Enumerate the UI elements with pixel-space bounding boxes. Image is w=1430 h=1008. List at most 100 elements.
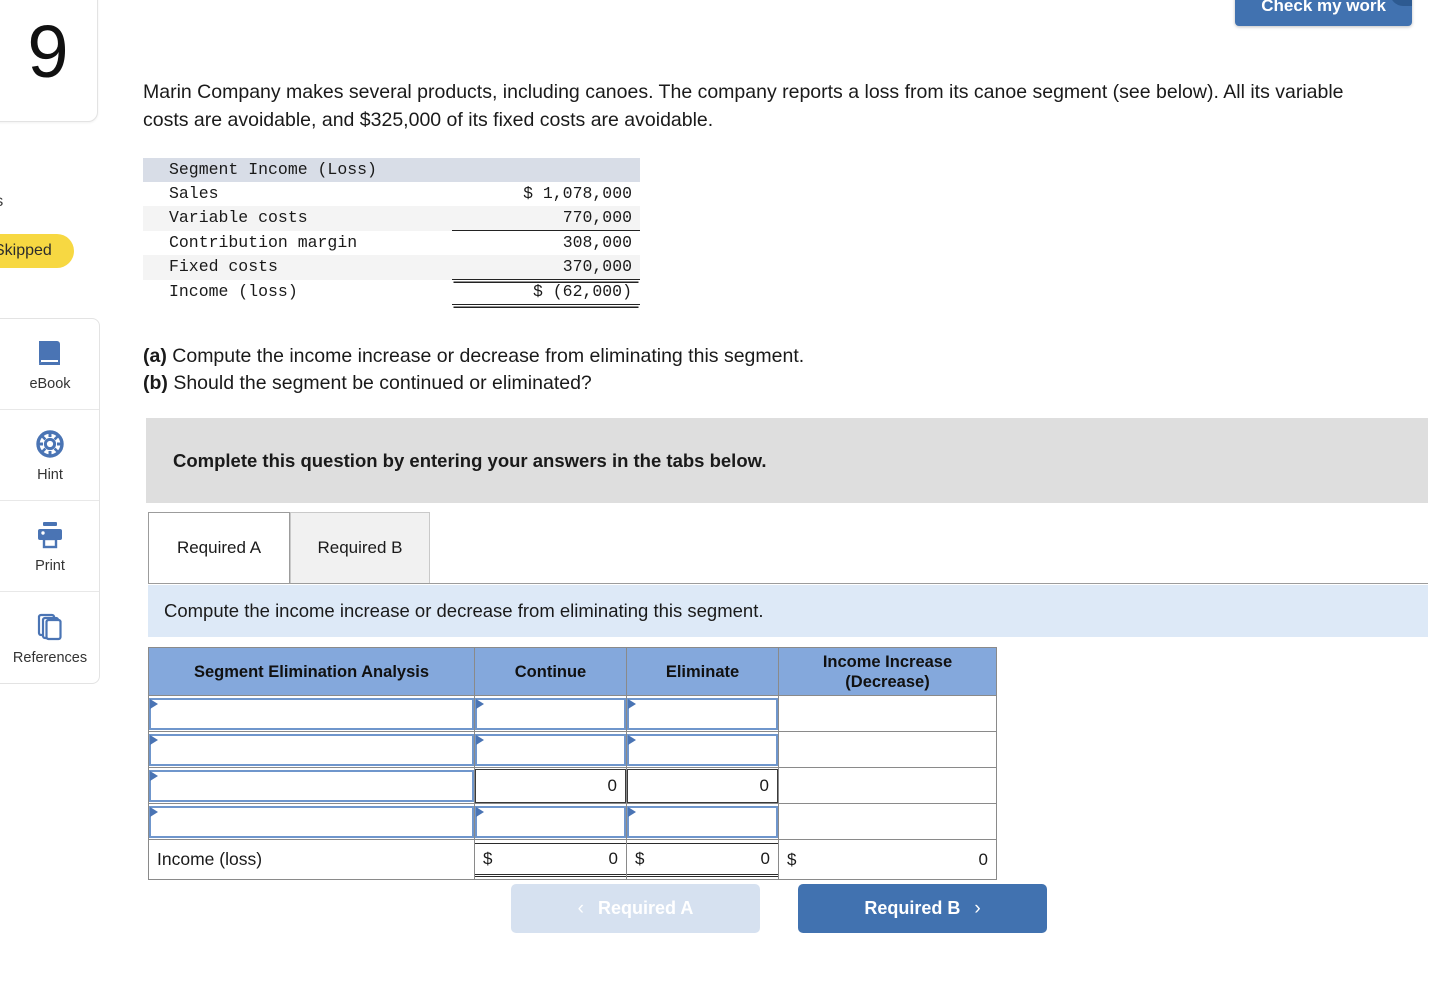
status-badge: Skipped — [0, 234, 74, 268]
requirement-band: Compute the income increase or decrease … — [148, 585, 1428, 637]
hint-button[interactable]: Hint — [0, 410, 99, 501]
row-description-cell[interactable] — [148, 767, 475, 804]
print-label: Print — [35, 558, 65, 574]
navigation-buttons: ‹ Required A Required B › — [511, 884, 1047, 933]
row-eliminate-cell[interactable] — [626, 803, 779, 840]
eliminate-select-1[interactable] — [627, 697, 778, 730]
row-description-cell[interactable] — [148, 803, 475, 840]
statement-row: Fixed costs 370,000 — [143, 255, 640, 280]
references-button[interactable]: References — [0, 592, 99, 683]
row-income-cell — [778, 731, 997, 768]
description-select-3[interactable] — [149, 769, 474, 802]
eliminate-value-3[interactable]: 0 — [627, 768, 778, 803]
requirement-b-tag: (b) — [143, 372, 168, 394]
income-blank-2 — [779, 732, 996, 767]
references-copy-icon — [33, 610, 67, 644]
chevron-right-icon: › — [974, 897, 981, 919]
requirement-b-line: (b) Should the segment be continued or e… — [143, 370, 1430, 397]
statement-row: Contribution margin 308,000 — [143, 231, 640, 256]
question-number-box: 9 — [0, 0, 98, 122]
statement-title-row: Segment Income (Loss) — [143, 158, 640, 182]
chevron-left-icon: ‹ — [577, 897, 584, 919]
total-income: $ 0 — [779, 843, 996, 877]
requirement-a-text: Compute the income increase or decrease … — [172, 345, 805, 367]
statement-row-amount: 370,000 — [452, 255, 640, 280]
eliminate-select-2[interactable] — [627, 733, 778, 766]
row-income-cell — [778, 803, 997, 840]
description-select-4[interactable] — [149, 805, 474, 838]
table-row: 0 0 — [148, 767, 997, 804]
total-continue-cell[interactable]: $ 0 — [474, 839, 627, 880]
statement-row-label: Contribution margin — [169, 232, 358, 252]
main-content: Marin Company makes several products, in… — [143, 0, 1430, 397]
row-continue-cell[interactable] — [474, 803, 627, 840]
total-row-label: Income (loss) — [148, 839, 475, 880]
statement-row-label: Income (loss) — [169, 282, 298, 301]
statement-title: Segment Income (Loss) — [143, 158, 452, 182]
row-eliminate-cell[interactable] — [626, 731, 779, 768]
total-eliminate-value: 0 — [760, 848, 770, 868]
row-eliminate-cell[interactable]: 0 — [626, 767, 779, 804]
requirement-b-text: Should the segment be continued or elimi… — [173, 372, 592, 394]
previous-required-a-button[interactable]: ‹ Required A — [511, 884, 760, 933]
question-number: 9 — [27, 10, 69, 93]
continue-select-4[interactable] — [475, 805, 626, 838]
total-continue[interactable]: $ 0 — [475, 842, 626, 877]
requirement-a-tag: (a) — [143, 345, 167, 367]
statement-row-amount: $ (62,000) — [452, 279, 640, 305]
previous-button-label: Required A — [597, 898, 694, 918]
description-select-2[interactable] — [149, 733, 474, 766]
total-eliminate[interactable]: $ 0 — [627, 842, 778, 877]
ebook-button[interactable]: eBook — [0, 319, 99, 410]
column-header-income-line1: Income Increase — [822, 652, 953, 671]
points-label: ints — [0, 193, 3, 211]
total-continue-symbol: $ — [483, 848, 493, 868]
total-eliminate-cell[interactable]: $ 0 — [626, 839, 779, 880]
statement-row: Income (loss) $ (62,000) — [143, 279, 640, 305]
table-row — [148, 695, 997, 732]
row-description-cell[interactable] — [148, 695, 475, 732]
continue-value-3[interactable]: 0 — [475, 768, 626, 803]
requirement-band-text: Compute the income increase or decrease … — [164, 600, 764, 621]
printer-icon — [33, 518, 67, 552]
row-income-cell — [778, 767, 997, 804]
income-blank-4 — [779, 804, 996, 839]
segment-income-statement: Segment Income (Loss) Sales $ 1,078,000 … — [143, 158, 640, 305]
description-select-1[interactable] — [149, 697, 474, 730]
total-eliminate-symbol: $ — [635, 848, 645, 868]
statement-row-amount: $ 1,078,000 — [523, 184, 632, 203]
next-required-b-button[interactable]: Required B › — [798, 884, 1047, 933]
requirement-a-line: (a) Compute the income increase or decre… — [143, 343, 1430, 370]
eliminate-select-4[interactable] — [627, 805, 778, 838]
statement-row-label: Variable costs — [143, 206, 452, 231]
continue-select-1[interactable] — [475, 697, 626, 730]
column-header-income-line2: (Decrease) — [845, 672, 930, 691]
tab-underline — [148, 583, 1428, 584]
hint-label: Hint — [37, 467, 63, 483]
instruction-band: Complete this question by entering your … — [146, 418, 1428, 503]
table-total-row: Income (loss) $ 0 $ 0 $ 0 — [148, 839, 997, 880]
print-button[interactable]: Print — [0, 501, 99, 592]
table-row — [148, 803, 997, 840]
next-button-label: Required B — [864, 898, 961, 918]
row-eliminate-cell[interactable] — [626, 695, 779, 732]
row-continue-cell[interactable]: 0 — [474, 767, 627, 804]
row-income-cell — [778, 695, 997, 732]
row-description-cell[interactable] — [148, 731, 475, 768]
table-row — [148, 731, 997, 768]
segment-elimination-analysis-table: Segment Elimination Analysis Continue El… — [148, 647, 997, 880]
requirements-list: (a) Compute the income increase or decre… — [143, 343, 1430, 397]
statement-row: Variable costs 770,000 — [143, 206, 640, 231]
statement-row-label: Fixed costs — [143, 255, 452, 280]
statement-row: Sales $ 1,078,000 — [143, 182, 640, 206]
row-continue-cell[interactable] — [474, 731, 627, 768]
statement-row-label: Sales — [169, 184, 219, 203]
tab-required-b[interactable]: Required B — [290, 512, 430, 584]
table-header-row: Segment Elimination Analysis Continue El… — [148, 647, 997, 696]
column-header-description: Segment Elimination Analysis — [148, 647, 475, 696]
column-header-income-increase: Income Increase (Decrease) — [778, 647, 997, 696]
tab-required-a[interactable]: Required A — [148, 512, 290, 584]
statement-row-amount: 308,000 — [562, 233, 632, 252]
row-continue-cell[interactable] — [474, 695, 627, 732]
continue-select-2[interactable] — [475, 733, 626, 766]
